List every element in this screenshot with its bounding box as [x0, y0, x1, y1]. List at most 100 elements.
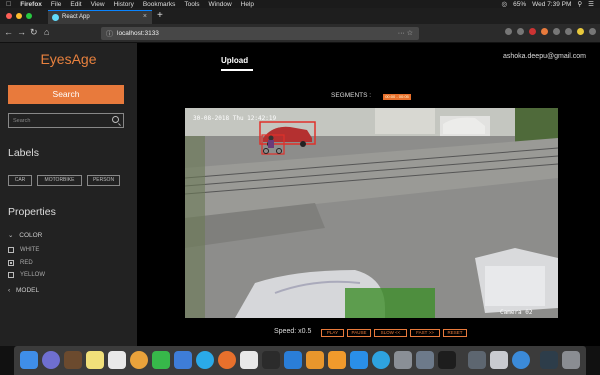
- menu-window[interactable]: Window: [209, 1, 232, 8]
- activity-monitor-icon[interactable]: [240, 351, 258, 369]
- segments-label: SEGMENTS :: [331, 92, 372, 99]
- menu-icon[interactable]: [589, 28, 596, 35]
- color-label-yellow: YELLOW: [20, 272, 46, 278]
- extension-icon[interactable]: [541, 28, 548, 35]
- react-favicon-icon: [52, 14, 59, 21]
- forward-icon[interactable]: →: [17, 27, 26, 37]
- checkbox-red[interactable]: [8, 260, 14, 266]
- app-logo: EyesAge: [40, 51, 97, 67]
- user-email[interactable]: ashoka.deepu@gmail.com: [503, 53, 586, 60]
- battery-percent[interactable]: 65%: [513, 1, 526, 8]
- checkbox-white[interactable]: [8, 247, 14, 253]
- photos-icon[interactable]: [130, 351, 148, 369]
- vscode-icon[interactable]: [284, 351, 302, 369]
- color-group-toggle[interactable]: ⌄ COLOR: [8, 231, 42, 239]
- url-text: localhost:3133: [117, 30, 159, 37]
- sidebar-icon[interactable]: [517, 28, 524, 35]
- safari-icon[interactable]: [196, 351, 214, 369]
- notes-icon[interactable]: [86, 351, 104, 369]
- keynote-icon[interactable]: [174, 351, 192, 369]
- calendar-icon[interactable]: [108, 351, 126, 369]
- close-window-icon[interactable]: [6, 13, 12, 19]
- notification-center-icon[interactable]: ☰: [588, 0, 594, 8]
- preview-icon[interactable]: [394, 351, 412, 369]
- extension-icon[interactable]: [553, 28, 560, 35]
- search-input[interactable]: Search: [8, 113, 124, 128]
- properties-title: Properties: [8, 206, 56, 218]
- label-chip-motorbike[interactable]: MOTORBIKE: [37, 175, 82, 186]
- minimize-window-icon[interactable]: [16, 13, 22, 19]
- url-bar[interactable]: ⓘ localhost:3133 ··· ☆: [101, 27, 419, 40]
- toolbar-icons: [500, 28, 596, 35]
- browser-navbar: ← → ↻ ⌂ ⓘ localhost:3133 ··· ☆: [0, 24, 600, 43]
- search-placeholder: Search: [13, 118, 31, 124]
- close-tab-icon[interactable]: ×: [143, 13, 147, 20]
- screen-icon[interactable]: [540, 351, 558, 369]
- wifi-icon[interactable]: ◎: [501, 0, 507, 8]
- menu-file[interactable]: File: [51, 1, 61, 8]
- clock[interactable]: Wed 7:39 PM: [532, 1, 571, 8]
- apple-menu-icon[interactable]: : [6, 1, 11, 8]
- firefox-icon[interactable]: [218, 351, 236, 369]
- pause-button[interactable]: PAUSE: [347, 329, 371, 337]
- tab-react-app[interactable]: React App ×: [48, 10, 152, 24]
- extension-icon[interactable]: [565, 28, 572, 35]
- back-icon[interactable]: ←: [4, 27, 13, 37]
- tab-upload[interactable]: Upload: [221, 56, 248, 65]
- model-group-toggle[interactable]: ‹ MODEL: [8, 287, 39, 294]
- video-frame[interactable]: 30-08-2018 Thu 12:42:19 Camera 02: [185, 108, 558, 318]
- menu-tools[interactable]: Tools: [184, 1, 199, 8]
- trash-icon[interactable]: [562, 351, 580, 369]
- macos-dock: [14, 346, 586, 375]
- home-icon[interactable]: ⌂: [44, 27, 49, 37]
- library-icon[interactable]: [505, 28, 512, 35]
- bookmark-star-icon[interactable]: ··· ☆: [398, 29, 413, 37]
- play-button[interactable]: PLAY: [321, 329, 344, 337]
- color-label-red: RED: [20, 260, 33, 266]
- books-icon[interactable]: [328, 351, 346, 369]
- folder-icon[interactable]: [468, 351, 486, 369]
- search-button[interactable]: Search: [8, 85, 124, 104]
- terminal-icon[interactable]: [262, 351, 280, 369]
- notes-book-icon[interactable]: [64, 351, 82, 369]
- slow-button[interactable]: SLOW <<: [374, 329, 407, 337]
- app-store-icon[interactable]: [350, 351, 368, 369]
- label-chip-car[interactable]: CAR: [8, 175, 32, 186]
- downloads-icon[interactable]: [512, 351, 530, 369]
- messages-icon[interactable]: [152, 351, 170, 369]
- speed-label: Speed: x0.5: [274, 328, 312, 335]
- color-label-white: WHITE: [20, 247, 40, 253]
- spotlight-icon[interactable]: ⚲: [577, 0, 582, 8]
- site-info-icon[interactable]: ⓘ: [106, 29, 113, 39]
- new-tab-button[interactable]: +: [157, 10, 163, 21]
- menu-history[interactable]: History: [114, 1, 134, 8]
- color-group-label: COLOR: [19, 232, 43, 239]
- reset-button[interactable]: RESET: [443, 329, 467, 337]
- reload-icon[interactable]: ↻: [30, 27, 38, 38]
- documents-icon[interactable]: [490, 351, 508, 369]
- active-tab-indicator: [221, 69, 253, 71]
- extension-icon[interactable]: [577, 28, 584, 35]
- menu-edit[interactable]: Edit: [70, 1, 81, 8]
- labels-title: Labels: [8, 147, 39, 159]
- label-chip-person[interactable]: PERSON: [87, 175, 120, 186]
- menu-view[interactable]: View: [91, 1, 105, 8]
- search-icon[interactable]: [112, 116, 119, 123]
- fast-button[interactable]: FAST >>: [410, 329, 440, 337]
- siri-icon[interactable]: [42, 351, 60, 369]
- utility-icon[interactable]: [416, 351, 434, 369]
- extension-icon[interactable]: [529, 28, 536, 35]
- menu-bookmarks[interactable]: Bookmarks: [143, 1, 176, 8]
- telegram-icon[interactable]: [372, 351, 390, 369]
- finder-icon[interactable]: [20, 351, 38, 369]
- checkbox-yellow[interactable]: [8, 272, 14, 278]
- menu-help[interactable]: Help: [241, 1, 254, 8]
- cctv-scene: 30-08-2018 Thu 12:42:19 Camera 02: [185, 108, 558, 318]
- camera-label: Camera 02: [500, 309, 533, 316]
- zoom-window-icon[interactable]: [26, 13, 32, 19]
- iterm-icon[interactable]: [438, 351, 456, 369]
- sublime-icon[interactable]: [306, 351, 324, 369]
- segment-chip[interactable]: 00:00 - 00:05: [383, 94, 411, 100]
- chevron-left-icon: ‹: [8, 287, 11, 294]
- menu-app-name[interactable]: Firefox: [20, 1, 42, 8]
